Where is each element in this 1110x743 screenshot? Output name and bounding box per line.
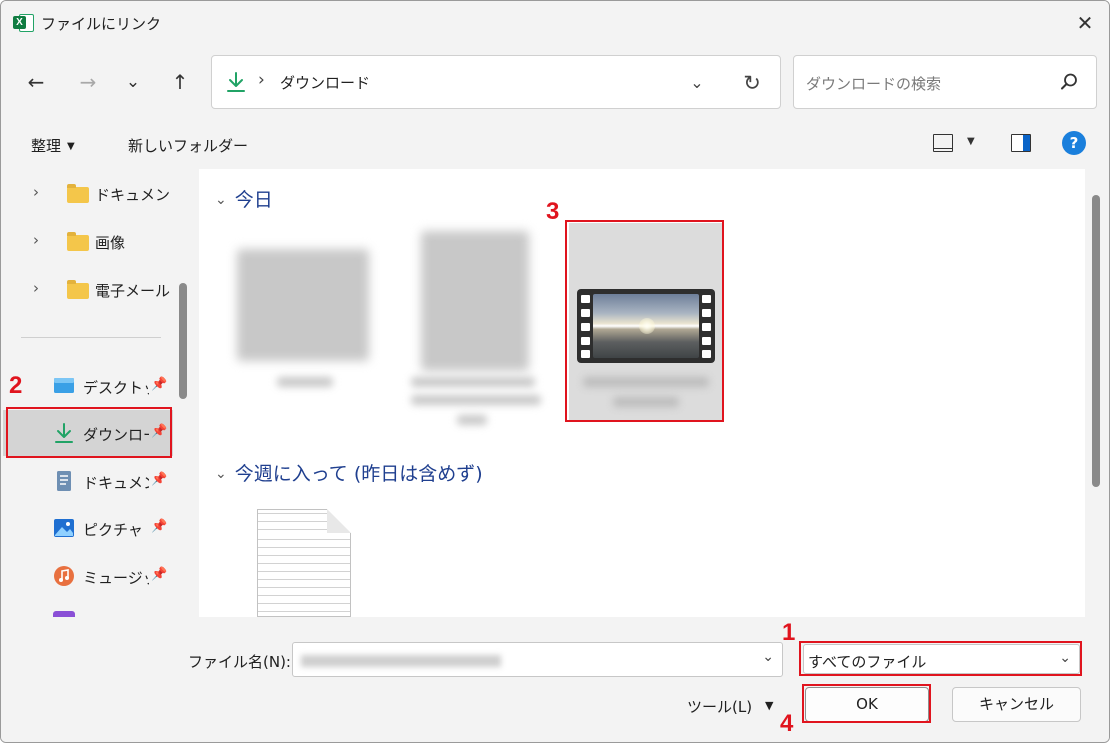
search-icon[interactable]: [1057, 70, 1081, 94]
navigation-pane: › ドキュメント › 画像 › 電子メール デスクトップ 📌: [3, 169, 173, 617]
up-button[interactable]: ↑: [165, 67, 195, 97]
annotation-box-file-type: [799, 641, 1082, 676]
forward-button[interactable]: →: [73, 67, 103, 97]
help-icon[interactable]: ?: [1062, 131, 1086, 155]
pin-icon[interactable]: 📌: [151, 519, 167, 534]
content-scrollbar[interactable]: [1085, 169, 1109, 617]
picture-icon: [54, 519, 74, 537]
command-bar: 整理 ▼ 新しいフォルダー ▼ ?: [1, 121, 1109, 169]
annotation-box-downloads: [6, 407, 172, 458]
document-icon: [57, 471, 71, 491]
group-label: 今週に入って (昨日は含めず): [234, 463, 483, 485]
dialog-footer: ファイル名(N): ⌄ すべてのファイル ⌄ ツール(L) ▼ OK キャンセル: [1, 617, 1109, 742]
filename-field[interactable]: ⌄: [292, 642, 783, 677]
view-mode-icon[interactable]: [933, 134, 953, 152]
chevron-right-icon[interactable]: ›: [33, 279, 39, 297]
sidebar-tree-documents[interactable]: › ドキュメント: [3, 173, 173, 213]
desktop-icon: [54, 378, 74, 393]
sidebar-divider: [21, 337, 161, 338]
breadcrumb-downloads[interactable]: ダウンロード: [280, 72, 370, 93]
dialog-title: ファイルにリンク: [41, 15, 162, 33]
folder-icon: [67, 280, 89, 299]
sidebar-item-videos[interactable]: [3, 601, 173, 617]
navigation-bar: ← → ⌄ ↑ › ダウンロード ⌄ ↻ ダウンロードの検索: [1, 45, 1109, 121]
breadcrumb-separator: ›: [258, 70, 265, 90]
annotation-number-2: 2: [9, 372, 23, 399]
new-folder-button[interactable]: 新しいフォルダー: [128, 135, 248, 156]
file-link-dialog: X ファイルにリンク ✕ ← → ⌄ ↑ › ダウンロード ⌄ ↻ ダウンロード…: [0, 0, 1110, 743]
search-input[interactable]: ダウンロードの検索: [806, 73, 941, 94]
annotation-number-4: 4: [780, 710, 794, 737]
group-label: 今日: [234, 189, 273, 211]
sidebar-item-label: デスクトップ: [83, 379, 149, 397]
close-button[interactable]: ✕: [1069, 7, 1101, 39]
organize-menu[interactable]: 整理 ▼: [31, 135, 75, 156]
folder-icon: [67, 184, 89, 203]
sidebar-tree-images[interactable]: › 画像: [3, 221, 173, 261]
sidebar-item-documents[interactable]: ドキュメント 📌: [3, 458, 173, 504]
preview-pane-icon[interactable]: [1011, 134, 1031, 152]
group-this-week[interactable]: ⌄ 今週に入って (昨日は含めず): [215, 459, 483, 486]
blurred-filename: [457, 415, 487, 425]
blurred-filename: [411, 377, 535, 387]
sidebar-item-desktop[interactable]: デスクトップ 📌: [3, 363, 173, 409]
search-box[interactable]: ダウンロードの検索: [793, 55, 1097, 109]
sidebar-item-label: ミュージック: [83, 569, 149, 587]
chevron-down-icon[interactable]: ⌄: [215, 466, 227, 482]
sidebar-tree-label: ドキュメント: [95, 186, 173, 204]
view-dropdown-caret-icon[interactable]: ▼: [967, 136, 975, 147]
annotation-number-1: 1: [782, 619, 796, 646]
sidebar-tree-label: 画像: [95, 234, 126, 252]
sidebar-item-pictures[interactable]: ピクチャ 📌: [3, 505, 173, 551]
chevron-right-icon[interactable]: ›: [33, 231, 39, 249]
excel-icon: X: [13, 12, 35, 34]
music-icon: [54, 566, 74, 586]
blurred-filename-value: [301, 655, 501, 667]
sidebar-scrollbar[interactable]: [173, 169, 193, 617]
annotation-box-ok: [802, 684, 931, 723]
address-bar[interactable]: › ダウンロード ⌄ ↻: [211, 55, 781, 109]
pin-icon[interactable]: 📌: [151, 377, 167, 392]
back-button[interactable]: ←: [21, 67, 51, 97]
blurred-filename: [277, 377, 333, 387]
pin-icon[interactable]: 📌: [151, 472, 167, 487]
blurred-thumbnail: [237, 249, 369, 361]
sidebar-item-label: ドキュメント: [83, 474, 149, 492]
group-today[interactable]: ⌄ 今日: [215, 185, 273, 212]
blurred-thumbnail: [421, 231, 529, 371]
chevron-down-icon[interactable]: ⌄: [215, 192, 227, 208]
download-icon: [227, 72, 245, 92]
title-bar: X ファイルにリンク ✕: [1, 1, 1109, 45]
text-document-icon[interactable]: [257, 509, 351, 617]
pin-icon[interactable]: 📌: [151, 567, 167, 582]
caret-down-icon[interactable]: ▼: [765, 699, 773, 712]
folder-icon: [67, 232, 89, 251]
content-scroll-thumb[interactable]: [1092, 195, 1100, 487]
organize-label: 整理: [31, 137, 62, 155]
tools-menu[interactable]: ツール(L): [687, 696, 752, 717]
blurred-filename: [411, 395, 541, 405]
chevron-right-icon[interactable]: ›: [33, 183, 39, 201]
sidebar-item-music[interactable]: ミュージック 📌: [3, 553, 173, 599]
sidebar-item-label: ピクチャ: [83, 521, 143, 539]
address-dropdown-button[interactable]: ⌄: [682, 68, 712, 98]
sidebar-tree-label: 電子メール: [95, 282, 171, 300]
sidebar-tree-email[interactable]: › 電子メール: [3, 269, 173, 309]
chevron-down-icon[interactable]: ⌄: [762, 649, 774, 665]
refresh-button[interactable]: ↻: [737, 68, 767, 98]
annotation-number-3: 3: [546, 198, 560, 225]
cancel-button[interactable]: キャンセル: [952, 687, 1081, 722]
caret-down-icon: ▼: [67, 141, 75, 152]
filename-label: ファイル名(N):: [188, 653, 291, 671]
annotation-box-video: [565, 220, 724, 422]
recent-locations-button[interactable]: ⌄: [118, 67, 148, 97]
sidebar-scroll-thumb[interactable]: [179, 283, 187, 399]
